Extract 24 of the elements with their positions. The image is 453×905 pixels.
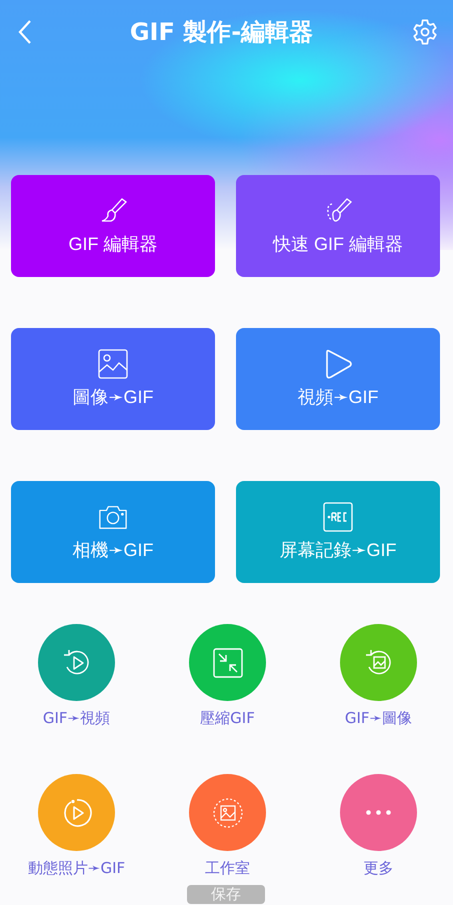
play-icon bbox=[323, 349, 353, 379]
tool-label: 壓縮GIF bbox=[200, 709, 255, 728]
tool-label: GIF➛視頻 bbox=[42, 709, 110, 728]
tool-label: 工作室 bbox=[205, 859, 250, 878]
image-icon bbox=[212, 796, 244, 828]
feature-card[interactable]: 快速 GIF 編輯器 bbox=[236, 175, 440, 277]
toast: 保存 bbox=[187, 885, 265, 904]
image-icon bbox=[98, 349, 128, 379]
more-icon bbox=[366, 810, 391, 815]
feature-card[interactable]: 圖像➛GIF bbox=[11, 328, 215, 430]
screen-record-icon bbox=[323, 502, 353, 532]
compress-icon bbox=[212, 646, 244, 678]
app-title: GIF 製作-編輯器 bbox=[130, 17, 314, 48]
tool-label: 動態照片➛GIF bbox=[28, 859, 126, 878]
back-button[interactable] bbox=[18, 19, 32, 45]
feature-card[interactable]: GIF 編輯器 bbox=[11, 175, 215, 277]
settings-icon bbox=[411, 18, 439, 46]
back-icon bbox=[18, 19, 32, 45]
feature-card[interactable]: 屏幕記錄➛GIF bbox=[236, 481, 440, 583]
settings-button[interactable] bbox=[411, 18, 439, 46]
feature-card[interactable]: 相機➛GIF bbox=[11, 481, 215, 583]
tool-label: GIF➛圖像 bbox=[344, 709, 412, 728]
feature-card[interactable]: 視頻➛GIF bbox=[236, 328, 440, 430]
tool-label: 更多 bbox=[364, 859, 394, 878]
